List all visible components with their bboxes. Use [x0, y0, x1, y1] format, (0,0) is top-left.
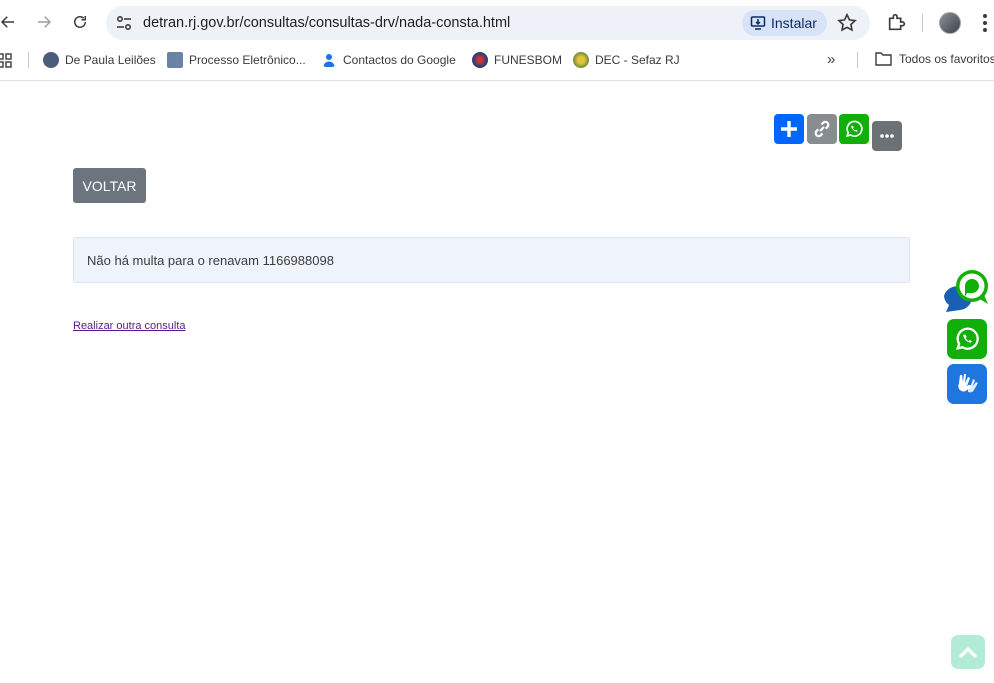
alert-message: Não há multa para o renavam 1166988098 [87, 253, 334, 268]
chat-widget-button[interactable] [942, 268, 992, 312]
extensions-puzzle-icon[interactable] [886, 11, 908, 33]
reload-icon[interactable] [68, 10, 92, 34]
bookmark-label: Processo Eletrônico... [189, 53, 306, 67]
bookmark-label: Contactos do Google [343, 53, 456, 67]
install-icon [750, 16, 766, 30]
chevron-up-icon [959, 647, 977, 658]
folder-icon [875, 52, 892, 66]
browser-toolbar: detran.rj.gov.br/consultas/consultas-drv… [0, 0, 994, 45]
person-icon [323, 54, 335, 67]
apps-grid-icon[interactable] [0, 53, 12, 68]
bookmark-label: DEC - Sefaz RJ [595, 53, 680, 67]
share-whatsapp-button[interactable] [839, 114, 869, 144]
bookmark-label: FUNESBOM [494, 53, 563, 67]
plus-icon [781, 121, 797, 137]
all-bookmarks-label: Todos os favoritos [899, 51, 994, 66]
chrome-divider [0, 80, 994, 81]
forward-arrow-icon[interactable] [32, 10, 56, 34]
bookmark-de-paula-leiloes[interactable]: De Paula Leilões [43, 51, 156, 69]
share-more-button[interactable] [872, 121, 902, 151]
link-icon [814, 120, 830, 138]
sign-language-hands-icon [958, 374, 978, 393]
document-icon [167, 52, 183, 68]
share-add-button[interactable] [774, 114, 804, 144]
bookmark-star-icon[interactable] [836, 12, 858, 34]
profile-avatar[interactable] [939, 12, 961, 34]
result-alert: Não há multa para o renavam 1166988098 [73, 237, 910, 283]
copy-link-button[interactable] [807, 114, 837, 144]
install-app-button[interactable]: Instalar [742, 10, 827, 36]
ellipsis-icon [880, 134, 894, 138]
bookmarks-bar: De Paula Leilões Processo Eletrônico... … [0, 45, 994, 75]
back-to-top-button[interactable] [951, 635, 985, 669]
whatsapp-icon [955, 327, 979, 350]
gavel-icon [43, 52, 59, 68]
bookmark-label: De Paula Leilões [65, 53, 156, 67]
back-arrow-icon[interactable] [0, 10, 20, 34]
accessibility-libras-button[interactable] [947, 364, 987, 404]
install-label: Instalar [771, 15, 817, 31]
toolbar-divider [922, 14, 923, 32]
another-query-link[interactable]: Realizar outra consulta [73, 320, 186, 332]
bookmark-contactos-google[interactable]: Contactos do Google [321, 51, 456, 69]
voltar-button[interactable]: VOLTAR [73, 168, 146, 203]
seal-icon [573, 52, 589, 68]
bookmarks-divider [857, 52, 858, 68]
bookmark-processo-eletronico[interactable]: Processo Eletrônico... [167, 51, 306, 69]
emblem-icon [472, 52, 488, 68]
whatsapp-icon [845, 120, 863, 138]
address-bar[interactable]: detran.rj.gov.br/consultas/consultas-drv… [106, 6, 870, 40]
chat-bubbles-icon [944, 270, 988, 312]
site-settings-icon[interactable] [114, 13, 134, 33]
all-bookmarks-folder[interactable]: Todos os favoritos [875, 51, 994, 66]
bookmark-dec-sefaz-rj[interactable]: DEC - Sefaz RJ [573, 51, 680, 69]
bookmarks-divider [28, 52, 29, 68]
browser-menu-icon[interactable] [978, 12, 992, 34]
bookmark-funesbom[interactable]: FUNESBOM [472, 51, 562, 69]
whatsapp-float-button[interactable] [947, 319, 987, 359]
url-text[interactable]: detran.rj.gov.br/consultas/consultas-drv… [143, 15, 510, 31]
chevron-double-right-icon[interactable]: » [827, 52, 843, 68]
